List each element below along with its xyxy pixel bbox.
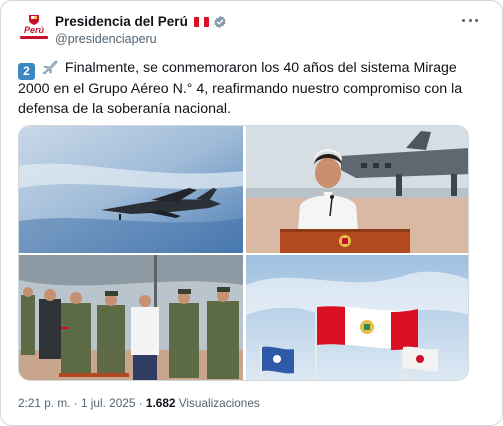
views-count: 1.682 <box>145 396 176 410</box>
meta-separator: · <box>73 396 78 410</box>
account-handle[interactable]: @presidenciaperu <box>55 32 157 46</box>
author-name-row[interactable]: Presidencia del Perú <box>55 14 227 29</box>
coat-of-arms-icon <box>29 15 39 25</box>
avatar[interactable]: Perú <box>18 13 50 45</box>
display-name[interactable]: Presidencia del Perú <box>55 14 188 29</box>
officials-saluting-image <box>19 255 243 380</box>
views-label: Visualizaciones <box>178 396 260 410</box>
avatar-text: Perú <box>23 25 44 35</box>
meta-separator-2: · <box>138 396 143 410</box>
president-podium-image <box>246 126 468 253</box>
airplane-icon <box>42 60 58 75</box>
post-date[interactable]: 1 jul. 2025 <box>81 396 135 410</box>
post-metadata: 2:21 p. m. · 1 jul. 2025 · 1.682 Visuali… <box>18 396 260 410</box>
post-text: 2 Finalmente, se conmemoraron los 40 año… <box>18 59 488 119</box>
tweet-card[interactable]: Perú Presidencia del Perú @presidenciape… <box>0 0 503 426</box>
verified-badge-icon[interactable] <box>213 15 227 29</box>
photo-officials-saluting[interactable] <box>19 255 243 380</box>
avatar-bar <box>20 36 48 39</box>
flags-image <box>246 255 468 380</box>
post-time[interactable]: 2:21 p. m. <box>18 396 70 410</box>
more-options-icon[interactable] <box>462 14 478 26</box>
photo-jet[interactable] <box>19 126 243 253</box>
post-body: Finalmente, se conmemoraron los 40 años … <box>18 60 463 117</box>
peru-flag-icon <box>193 16 209 27</box>
keycap-number-icon: 2 <box>18 63 35 80</box>
photo-flags[interactable] <box>246 255 468 380</box>
jet-photo-image <box>19 126 243 253</box>
photo-president-podium[interactable] <box>246 126 468 253</box>
media-grid <box>18 125 469 381</box>
